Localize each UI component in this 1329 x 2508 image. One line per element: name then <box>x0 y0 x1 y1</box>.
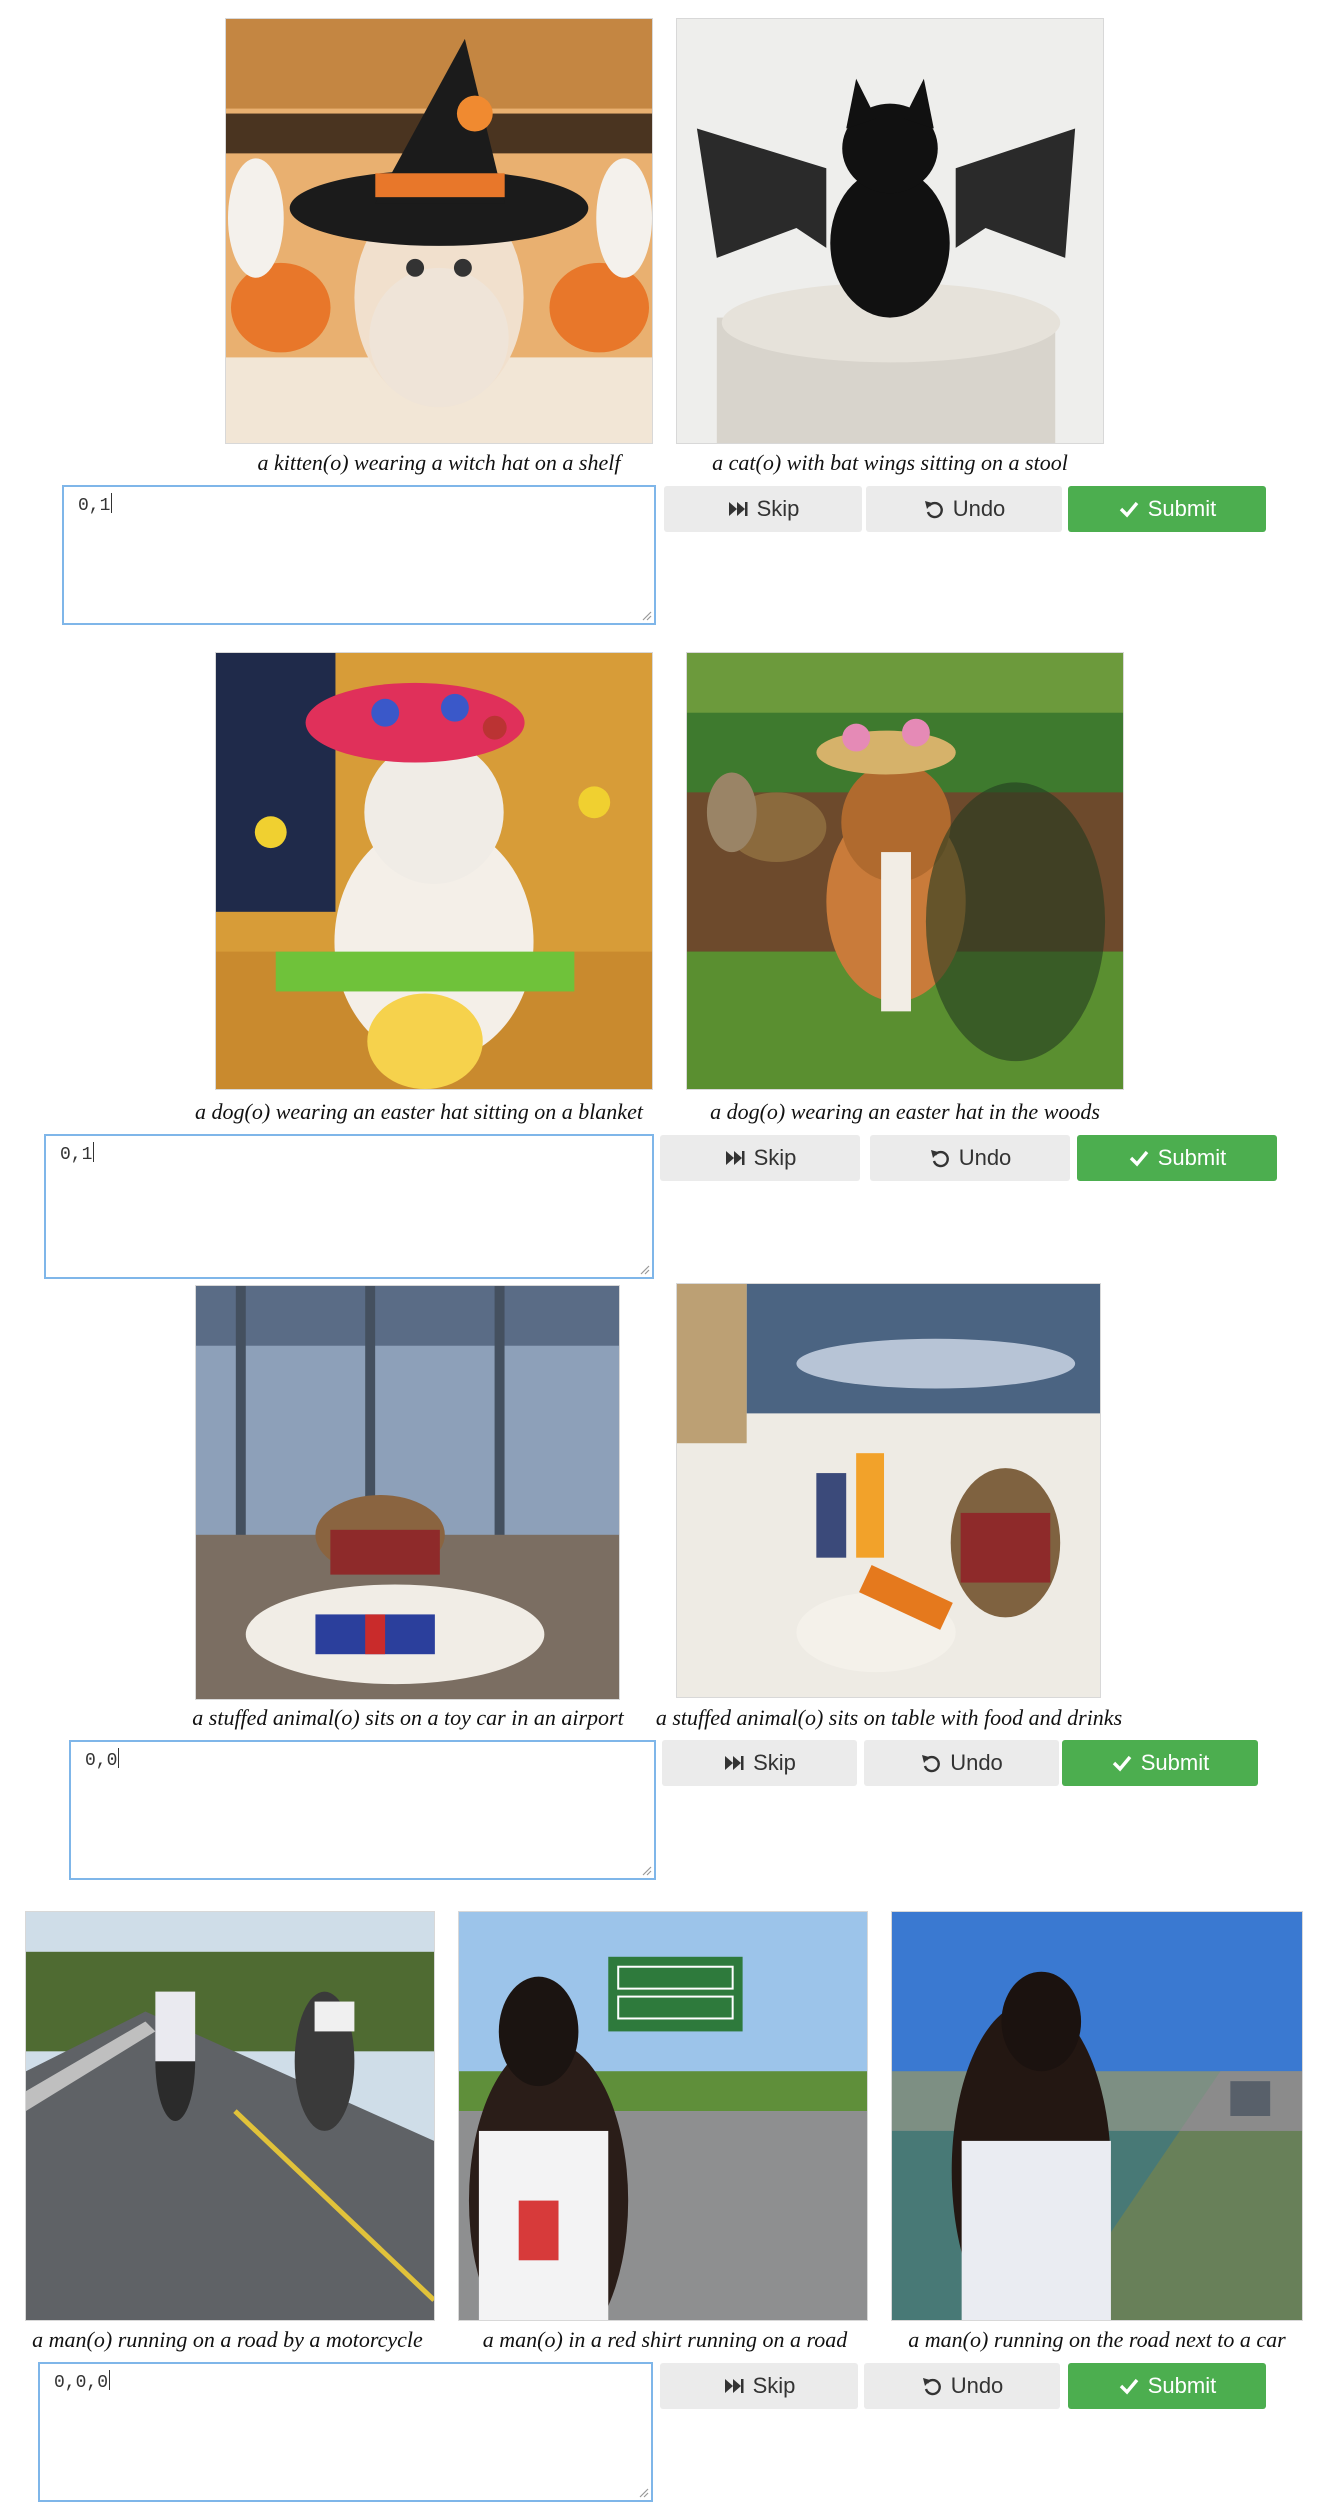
runner-car-road-photo <box>891 1911 1303 2321</box>
runner-motorcycle-photo <box>25 1911 435 2321</box>
fast-forward-icon <box>724 2379 744 2393</box>
submit-label: Submit <box>1147 2373 1217 2398</box>
task-block-4: a man(o) running on a road by a motorcyc… <box>0 0 1329 2508</box>
caption-4-0: a man(o) running on a road by a motorcyc… <box>32 2327 423 2352</box>
answer-text: 0,0,0 <box>54 2373 109 2393</box>
undo-label: Undo <box>950 2373 1004 2398</box>
caption-4-1: a man(o) in a red shirt running on a roa… <box>482 2327 848 2352</box>
submit-button[interactable]: Submit <box>1068 2363 1266 2409</box>
checkmark-icon <box>1119 2378 1139 2395</box>
caption-4-2: a man(o) running on the road next to a c… <box>908 2327 1286 2352</box>
undo-icon <box>922 2378 941 2396</box>
skip-label: Skip <box>752 2373 796 2398</box>
answer-textarea-4[interactable]: 0,0,0 <box>38 2362 653 2502</box>
skip-button[interactable]: Skip <box>660 2363 858 2409</box>
undo-button[interactable]: Undo <box>864 2363 1060 2409</box>
resize-handle-icon[interactable] <box>637 2486 649 2498</box>
text-caret <box>109 2370 111 2390</box>
runner-road-sign-photo <box>458 1911 868 2321</box>
